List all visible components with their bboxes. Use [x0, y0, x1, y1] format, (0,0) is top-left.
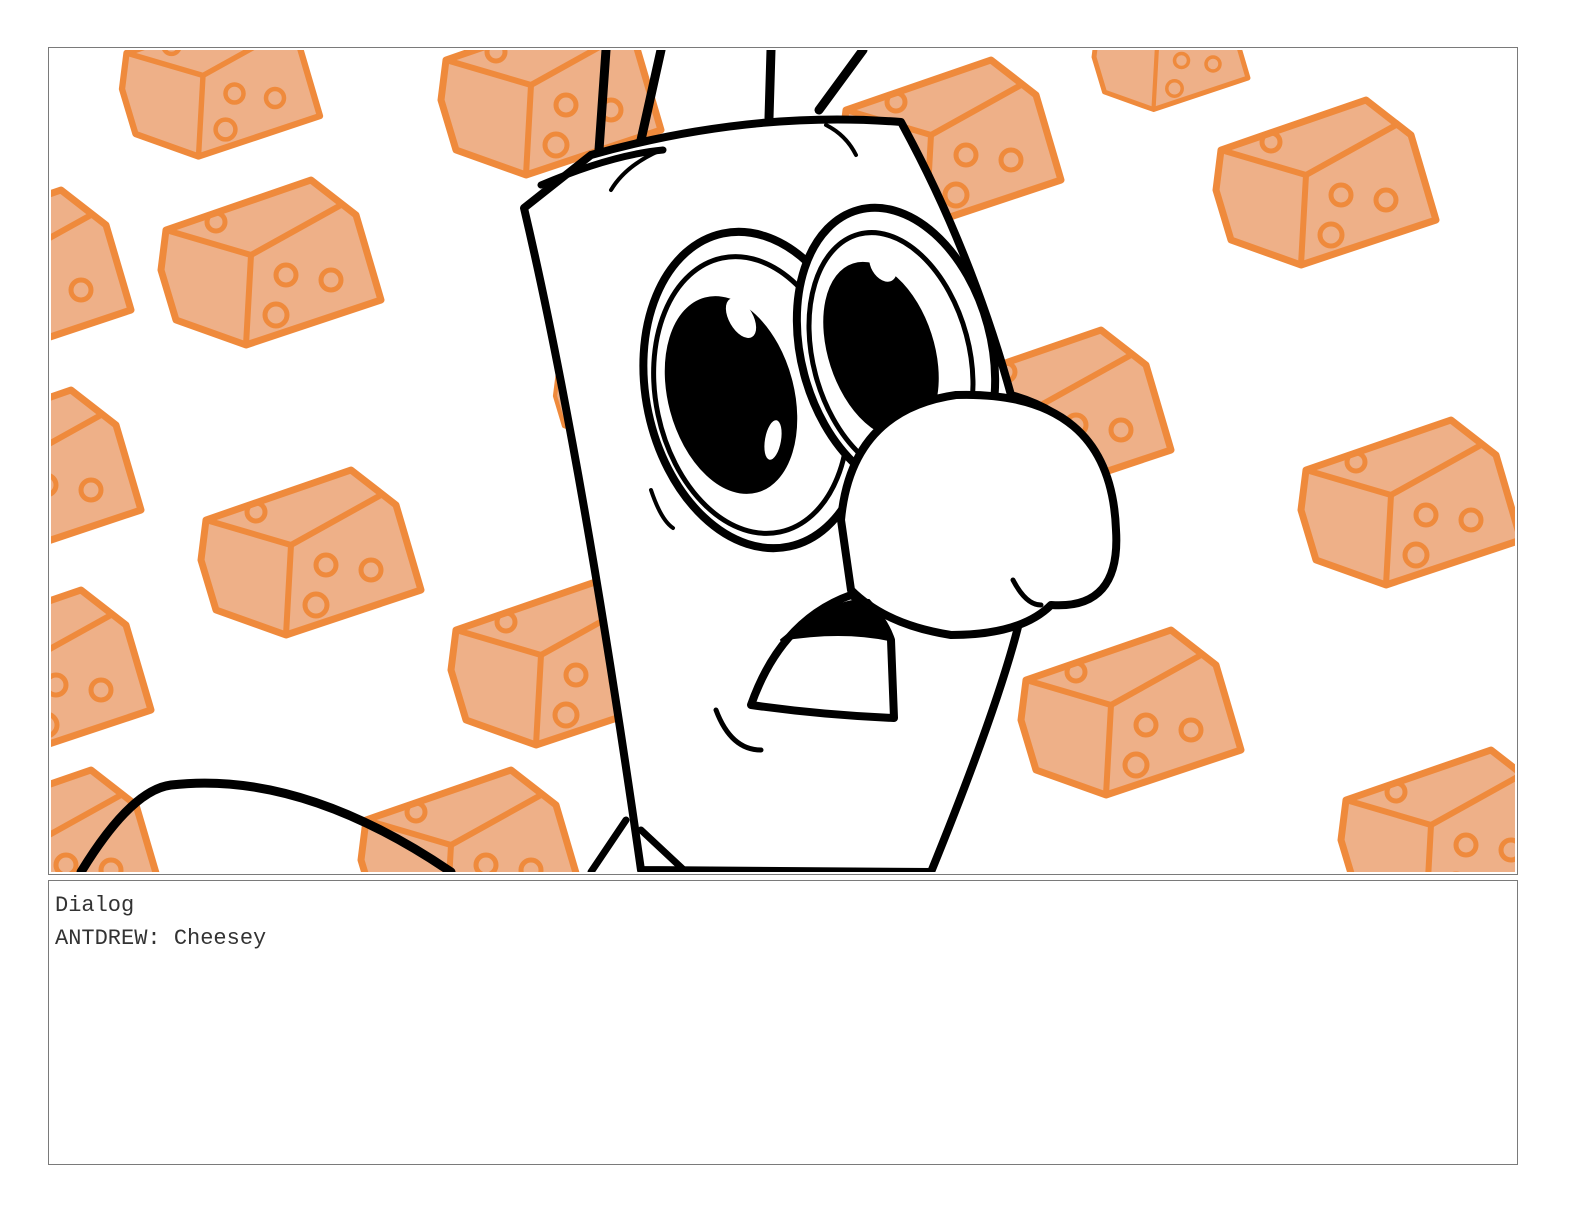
dialog-line: ANTDREW: Cheesey [55, 926, 267, 951]
dialog-box: Dialog ANTDREW: Cheesey [48, 880, 1518, 1165]
panel-illustration [51, 50, 1515, 872]
storyboard-panel [48, 47, 1518, 875]
dialog-heading: Dialog [55, 893, 135, 918]
storyboard-page: Dialog ANTDREW: Cheesey [0, 0, 1584, 1224]
